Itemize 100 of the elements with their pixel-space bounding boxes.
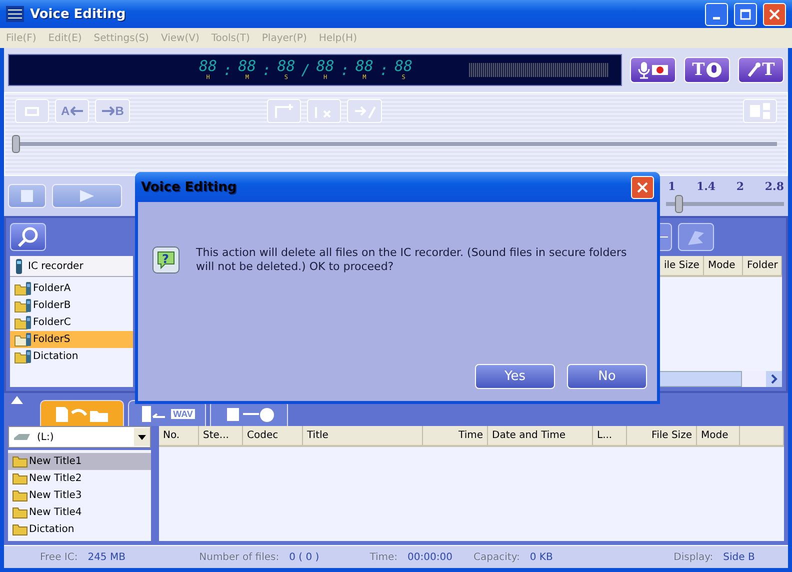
no-button[interactable]: No: [567, 364, 647, 389]
speed-label: 2.8: [764, 180, 784, 192]
app-icon: [6, 6, 24, 22]
microphone-icon: [638, 61, 650, 79]
time-digits: 88: [316, 59, 334, 74]
time-digits: 88: [277, 59, 296, 74]
folder-icon: [12, 523, 28, 536]
time-digits: 88: [355, 59, 374, 74]
close-button[interactable]: [763, 2, 786, 26]
time-divider: /: [301, 62, 310, 78]
status-value: 0 ( 0 ): [289, 552, 320, 562]
status-label: Display:: [674, 552, 714, 562]
close-icon: [637, 182, 648, 192]
column-header[interactable]: Time: [423, 426, 488, 445]
yes-button[interactable]: Yes: [475, 364, 555, 389]
status-value: 0 KB: [530, 552, 553, 562]
recorder-folder-icon: [14, 349, 32, 364]
window-title: Voice Editing: [30, 6, 127, 22]
status-label: Capacity:: [474, 552, 520, 562]
speed-label: 2: [736, 180, 744, 192]
status-label: Number of files:: [199, 552, 280, 562]
mode-button[interactable]: T: [684, 57, 730, 83]
record-icon: [650, 64, 668, 76]
slider-thumb[interactable]: [12, 135, 20, 153]
dialog-message: This action will delete all files on the IC recorder. (Sound files in secure folders will not be deleted.) OK to proceed?: [196, 246, 627, 274]
tree-item[interactable]: New Title2: [8, 470, 151, 487]
status-label: Free IC:: [40, 552, 78, 562]
minimize-button[interactable]: [705, 2, 728, 26]
status-value: 00:00:00: [408, 552, 452, 562]
scroll-right-button[interactable]: [766, 371, 782, 387]
stop-icon: [21, 190, 33, 202]
speed-label: 1.4: [696, 180, 716, 192]
column-header[interactable]: Date and Time: [488, 426, 593, 445]
mode-button[interactable]: T: [738, 57, 784, 83]
time-digits: 88: [199, 59, 218, 74]
microphone-icon: [747, 62, 762, 78]
column-header[interactable]: Folder: [743, 256, 782, 275]
bird-button[interactable]: [678, 223, 714, 251]
search-button[interactable]: [10, 223, 46, 251]
search-icon: [17, 226, 39, 248]
tree-item[interactable]: New Title4: [8, 504, 151, 521]
column-header[interactable]: L...: [593, 426, 627, 445]
tree-item[interactable]: Dictation: [10, 348, 133, 365]
drive-dropdown[interactable]: (L:): [8, 426, 151, 448]
time-separator: :: [379, 62, 388, 78]
time-separator: :: [262, 62, 272, 78]
slider-thumb[interactable]: [674, 194, 683, 212]
microphone-icon: [706, 62, 722, 78]
recorder-icon: [16, 258, 22, 274]
folder-icon: [12, 455, 28, 468]
recorder-folder-icon: [14, 315, 32, 330]
maximize-icon: [740, 8, 751, 20]
tree-item[interactable]: FolderC: [10, 314, 133, 331]
column-header[interactable]: Codec: [243, 426, 303, 445]
speed-label: 1: [668, 180, 676, 192]
collapse-icon[interactable]: [10, 395, 24, 405]
chevron-right-icon: [770, 374, 778, 384]
column-header[interactable]: Mode: [704, 256, 743, 275]
folder-icon: [12, 489, 28, 502]
question-icon: ?: [152, 246, 180, 274]
mode-button[interactable]: [630, 57, 676, 83]
time-separator: :: [340, 62, 350, 78]
close-icon: [769, 8, 780, 20]
tree-item[interactable]: FolderA: [10, 280, 133, 297]
column-header[interactable]: Ste...: [199, 426, 243, 445]
column-header[interactable]: Mode: [697, 426, 740, 445]
folder-icon: [12, 506, 28, 519]
close-button[interactable]: [631, 176, 654, 198]
dialog-title: Voice Editing: [141, 180, 238, 194]
status-value: Side B: [723, 552, 755, 562]
position-slider[interactable]: [15, 135, 777, 153]
play-icon: [79, 189, 95, 203]
recorder-folder-icon: [14, 298, 32, 313]
tree-item[interactable]: New Title1: [8, 453, 151, 470]
tree-header-label: IC recorder: [28, 260, 84, 272]
tree-item[interactable]: New Title3: [8, 487, 151, 504]
caret-icon: [138, 434, 146, 440]
status-label: Time:: [370, 552, 398, 562]
arrow-right-icon: [101, 106, 116, 116]
recorder-folder-icon: [14, 281, 32, 296]
maximize-button[interactable]: [734, 2, 757, 26]
tree-item[interactable]: FolderB: [10, 297, 133, 314]
wav-label: WAV: [171, 408, 195, 418]
secure-folder-icon: [14, 332, 32, 347]
column-header[interactable]: Title: [303, 426, 423, 445]
divide-icon: [748, 102, 772, 120]
tree-item[interactable]: FolderS: [10, 331, 133, 348]
time-digits: 88: [238, 59, 256, 74]
status-value: 245 MB: [88, 552, 126, 562]
time-separator: :: [223, 62, 232, 78]
arrow-left-icon: [70, 106, 84, 116]
stop-button[interactable]: [8, 184, 46, 208]
play-button[interactable]: [52, 184, 122, 208]
minimize-icon: [713, 16, 720, 20]
column-header[interactable]: No.: [159, 426, 199, 445]
column-header[interactable]: File Size: [627, 426, 697, 445]
tree-item[interactable]: Dictation: [8, 521, 151, 538]
drive-icon: [13, 432, 31, 442]
time-digits: 88: [394, 59, 413, 74]
document-icon: [139, 404, 168, 422]
